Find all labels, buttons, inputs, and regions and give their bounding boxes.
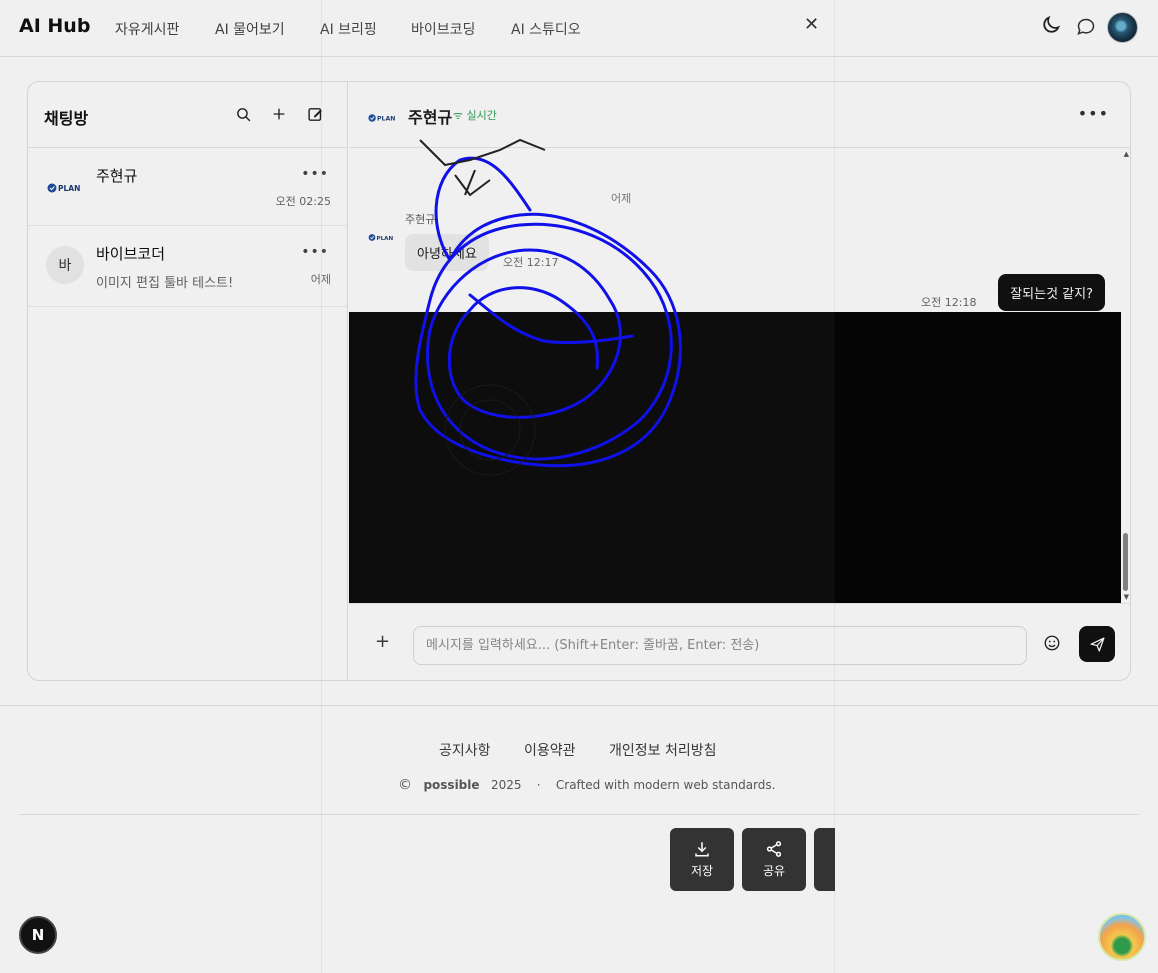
share-button[interactable]: 공유 <box>742 828 806 891</box>
share-label: 공유 <box>762 864 786 878</box>
toolbar-partial-button[interactable] <box>814 828 835 891</box>
download-icon <box>695 842 709 857</box>
save-button[interactable]: 저장 <box>670 828 734 891</box>
save-label: 저장 <box>690 864 714 878</box>
assistant-orb-icon[interactable] <box>1098 913 1146 961</box>
next-badge-icon[interactable]: N <box>19 916 57 954</box>
share-icon <box>766 841 782 857</box>
close-icon[interactable]: ✕ <box>804 14 819 35</box>
